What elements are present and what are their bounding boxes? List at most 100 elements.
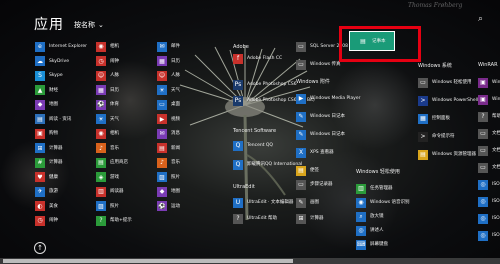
app-tile[interactable]: > Windows PowerShell [418, 94, 478, 107]
app-tile[interactable]: Q Tencent QQ [233, 139, 273, 152]
app-tile[interactable]: ◈ 游戏 [96, 171, 119, 184]
app-tile[interactable]: ◷ 闹钟 [96, 55, 119, 68]
app-label: Windows 轻松使用 [432, 80, 472, 85]
app-tile[interactable]: ▭ 文档 [478, 144, 500, 157]
app-icon: ✎ [296, 129, 306, 140]
scroll-thumb[interactable] [3, 259, 293, 263]
app-label: 卸载腾讯QQ International [247, 162, 303, 167]
app-tile[interactable]: ▭ 桌面 [157, 98, 180, 111]
group-header: Windows 附件 [296, 79, 330, 85]
app-tile[interactable]: ▦ 控制面板 [418, 112, 450, 125]
app-tile[interactable]: ? 帮助 [478, 110, 500, 123]
horizontal-scrollbar[interactable] [0, 258, 500, 264]
group-header: WinRAR [478, 62, 498, 68]
app-tile[interactable]: ▭ 步骤记录器 [296, 178, 333, 191]
app-icon: > [418, 131, 428, 142]
app-label: ISO [492, 199, 500, 204]
up-arrow-icon[interactable]: ↑ [34, 242, 46, 254]
app-tile[interactable]: ◉ 相机 [96, 40, 119, 53]
app-tile[interactable]: ☁ SkyDrive [35, 55, 69, 68]
app-label: 帮助 [492, 114, 500, 119]
app-tile[interactable]: ? UltraEdit 帮助 [233, 212, 277, 225]
app-tile[interactable]: ☀ 天气 [96, 113, 119, 126]
app-label: Windows 日记本 [310, 132, 346, 137]
app-tile[interactable]: ▭ Windows 轻松使用 [418, 76, 472, 89]
app-tile[interactable]: ✎ Windows 日记本 [296, 110, 345, 123]
app-tile[interactable]: U UltraEdit · 文本编辑器 [233, 196, 293, 209]
app-tile[interactable]: ◉ 相机 [96, 127, 119, 140]
app-tile[interactable]: ◆ 地图 [157, 185, 180, 198]
app-tile[interactable]: ? 帮助+提示 [96, 214, 132, 227]
app-tile[interactable]: ♪ 音乐 [157, 156, 180, 169]
app-tile[interactable]: ◎ 讲述人 [356, 224, 384, 237]
app-tile[interactable]: ◎ ISO [478, 212, 500, 225]
app-tile[interactable]: ✎ Windows 日记本 [296, 128, 345, 141]
app-tile[interactable]: ▭ 文档 [478, 161, 500, 174]
app-tile[interactable]: ▣ 购物 [35, 127, 58, 140]
sort-dropdown[interactable]: 按名称 ⌄ [74, 20, 104, 30]
app-label: 阅读器 [110, 189, 124, 194]
app-icon: ▶ [157, 114, 167, 124]
app-tile[interactable]: ▤ 新闻 [157, 142, 180, 155]
app-tile[interactable]: ▣ WinRAR [478, 93, 500, 106]
app-tile[interactable]: ◎ ISO [478, 195, 500, 208]
app-icon: ▣ [478, 77, 488, 88]
app-tile[interactable]: ⚽ 运动 [157, 200, 180, 213]
app-tile[interactable]: ▣ WinRAR [478, 76, 500, 89]
app-tile[interactable]: ✉ 邮件 [157, 40, 180, 53]
app-tile[interactable]: ▨ 照片 [96, 200, 119, 213]
app-label: 天气 [110, 116, 119, 122]
app-tile[interactable]: ◎ ISO [478, 178, 500, 191]
app-tile[interactable]: ⊞ 计算器 [35, 142, 63, 155]
app-tile[interactable]: ☀ 天气 [157, 84, 180, 97]
app-tile[interactable]: Q 卸载腾讯QQ International [233, 158, 302, 171]
app-tile[interactable]: ☺ 人脉 [157, 69, 180, 82]
app-tile[interactable]: ✈ 旅游 [35, 185, 58, 198]
app-icon: # [35, 157, 45, 168]
app-tile[interactable]: e Internet Explorer [35, 40, 87, 53]
app-tile[interactable]: # 计算器 [35, 156, 63, 169]
app-tile[interactable]: ▥ 阅读器 [96, 185, 124, 198]
app-tile[interactable]: X XPS 查看器 [296, 146, 334, 159]
app-tile[interactable]: > 命令提示符 [418, 130, 455, 143]
app-tile[interactable]: ▥ 任务管理器 [356, 182, 393, 195]
app-tile[interactable]: ✉ 消息 [157, 127, 180, 140]
app-tile[interactable]: ◎ ISO [478, 229, 500, 242]
app-tile[interactable]: ◉ Windows 语音识别 [356, 196, 410, 209]
app-tile[interactable]: ♥ 健康 [35, 171, 58, 184]
app-tile[interactable]: ▭ Windows 传真 [296, 58, 341, 71]
app-label: 日历 [110, 87, 119, 93]
app-tile[interactable]: ✎ 画图 [296, 196, 319, 209]
app-tile[interactable]: ◐ 美食 [35, 200, 58, 213]
app-tile[interactable]: ▤ 阅读 · 资讯 [35, 113, 71, 126]
app-icon: ◆ [35, 99, 45, 110]
app-icon: ▭ [296, 179, 306, 190]
app-tile[interactable]: ▭ 文档 [478, 127, 500, 140]
app-tile[interactable]: ◷ 闹钟 [35, 214, 58, 227]
app-tile[interactable]: ▤ 便签 [296, 164, 319, 177]
app-tile[interactable]: S Skype [35, 69, 63, 82]
app-label: ISO [492, 182, 500, 187]
app-tile[interactable]: ♪ 音乐 [96, 142, 119, 155]
search-icon[interactable]: ⌕ [478, 14, 483, 24]
app-tile[interactable]: ▤ Windows 资源管理器 [418, 148, 476, 161]
app-tile[interactable]: ▨ 照片 [157, 171, 180, 184]
app-tile[interactable]: ⌨ 屏幕键盘 [356, 238, 388, 251]
sort-label: 按名称 [74, 21, 95, 29]
app-tile[interactable]: ▦ 日历 [157, 55, 180, 68]
app-label: UltraEdit · 文本编辑器 [247, 200, 294, 205]
app-tile[interactable]: ▦ 日历 [96, 84, 119, 97]
app-tile[interactable]: ⚽ 体育 [96, 98, 119, 111]
app-tile[interactable]: f Adobe Flash CC [233, 52, 282, 65]
app-icon: ▣ [478, 94, 488, 105]
app-tile[interactable]: ▶ 视频 [157, 113, 180, 126]
app-tile[interactable]: ▶ Windows Media Player [296, 92, 360, 105]
app-tile[interactable]: ▲ 财经 [35, 84, 58, 97]
app-tile[interactable]: ◆ 地图 [35, 98, 58, 111]
app-tile[interactable]: ⊞ 计算器 [296, 212, 324, 225]
app-tile[interactable]: ▤ 应用商店 [96, 156, 128, 169]
app-tile[interactable]: ☺ 人脉 [96, 69, 119, 82]
app-label: 任务管理器 [370, 186, 393, 191]
app-tile[interactable]: ⌕ 放大镜 [356, 210, 384, 223]
app-tile[interactable]: Ps Adobe Photoshop CS6 [233, 78, 297, 91]
